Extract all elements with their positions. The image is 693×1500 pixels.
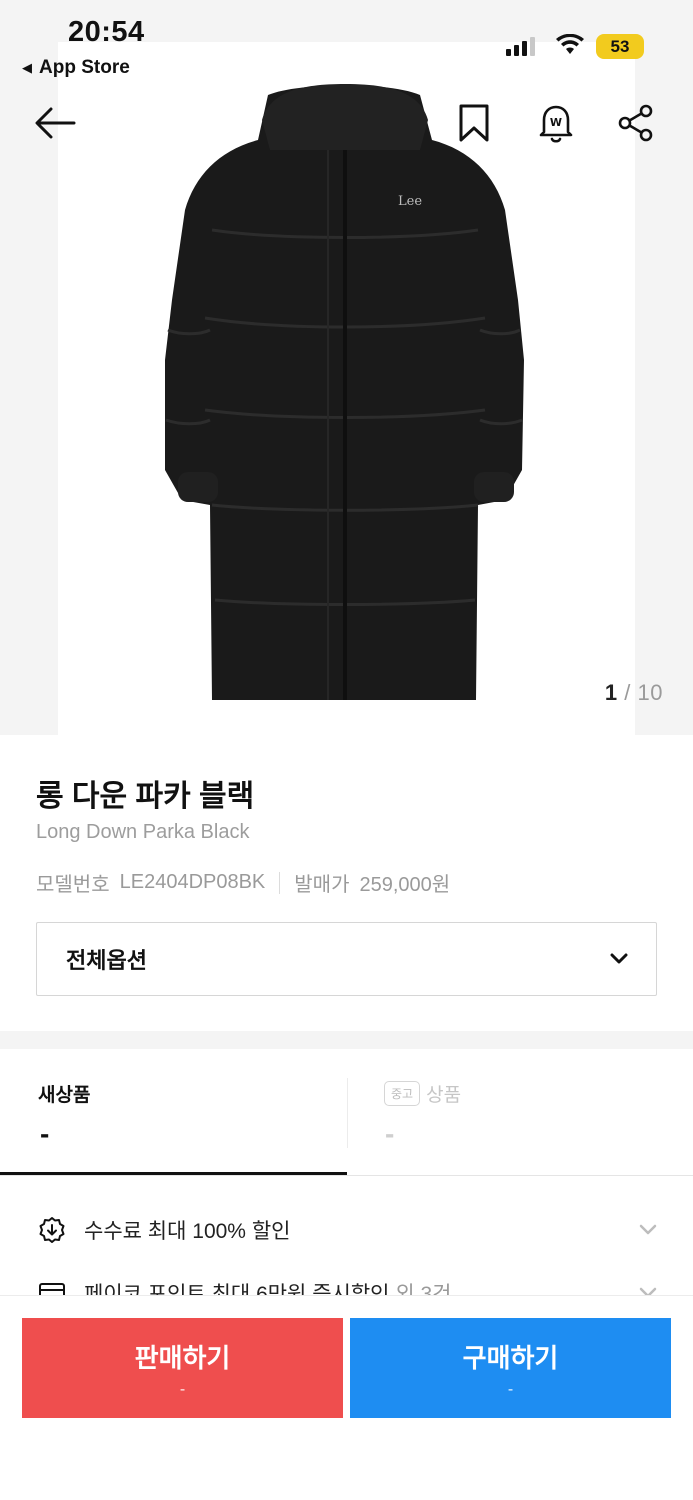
tab-used-label: 상품 — [426, 1085, 462, 1106]
buy-button-price: - — [507, 1380, 514, 1398]
tab-new-price: - — [40, 1118, 50, 1149]
brand-logo: Lee — [398, 194, 422, 209]
model-number-label: 모델번호 — [36, 874, 110, 896]
product-title-en: Long Down Parka Black — [36, 821, 250, 843]
chevron-down-icon — [639, 1224, 657, 1235]
status-time: 20:54 — [68, 16, 145, 48]
product-image: Lee — [165, 84, 524, 700]
gallery-current-page: 1 — [604, 680, 618, 705]
sell-button-label: 판매하기 — [134, 1342, 231, 1373]
bookmark-button[interactable] — [451, 100, 497, 146]
price-alert-button[interactable]: W — [533, 100, 579, 146]
arrow-left-icon — [35, 107, 76, 139]
back-to-app-link[interactable]: ◀ App Store — [22, 57, 130, 79]
option-select-dropdown[interactable]: 전체옵션 — [36, 922, 657, 996]
cellular-signal-icon — [506, 36, 535, 56]
price-alert-bell-icon: W — [539, 105, 573, 143]
sell-button-price: - — [179, 1380, 186, 1398]
product-image-gallery[interactable]: Lee — [0, 0, 693, 735]
back-triangle-icon: ◀ — [22, 60, 32, 75]
used-chip: 중고 — [384, 1081, 421, 1106]
tab-used-price: - — [385, 1118, 395, 1149]
option-select-label: 전체옵션 — [66, 948, 147, 973]
tabs-bottom-border — [0, 1175, 693, 1176]
gallery-total-pages: 10 — [637, 680, 663, 705]
back-button[interactable] — [32, 100, 78, 146]
buy-button[interactable]: 구매하기 - — [350, 1318, 671, 1418]
back-app-label: App Store — [39, 57, 130, 78]
tab-used-product[interactable]: 중고 상품 - — [347, 1050, 693, 1176]
meta-divider — [279, 871, 281, 894]
buy-button-label: 구매하기 — [462, 1342, 559, 1373]
section-divider — [0, 1031, 693, 1049]
tab-new-product[interactable]: 새상품 - — [0, 1050, 347, 1176]
gallery-separator: / — [617, 680, 638, 705]
product-meta: 모델번호 LE2404DP08BK 발매가 259,000원 — [36, 868, 450, 897]
svg-text:W: W — [550, 116, 562, 129]
benefit-text: 수수료 최대 100% 할인 — [84, 1220, 291, 1243]
wifi-icon — [556, 34, 584, 54]
product-title-ko: 롱 다운 파카 블랙 — [36, 780, 255, 813]
share-icon — [618, 104, 653, 142]
sell-button[interactable]: 판매하기 - — [22, 1318, 343, 1418]
share-button[interactable] — [613, 100, 659, 146]
tab-new-label: 새상품 — [38, 1085, 91, 1106]
chevron-down-icon — [610, 953, 628, 964]
discount-icon — [39, 1217, 65, 1243]
bookmark-icon — [459, 104, 489, 142]
benefit-row-fee-discount[interactable]: 수수료 최대 100% 할인 — [0, 1205, 693, 1255]
gallery-page-indicator: 1 / 10 — [605, 680, 663, 706]
battery-indicator: 53 — [596, 34, 644, 59]
release-price-label: 발매가 — [294, 874, 350, 896]
tab-used-label-wrap: 중고 상품 — [384, 1080, 461, 1107]
model-number-value: LE2404DP08BK — [119, 871, 266, 893]
release-price-value: 259,000원 — [359, 874, 451, 896]
